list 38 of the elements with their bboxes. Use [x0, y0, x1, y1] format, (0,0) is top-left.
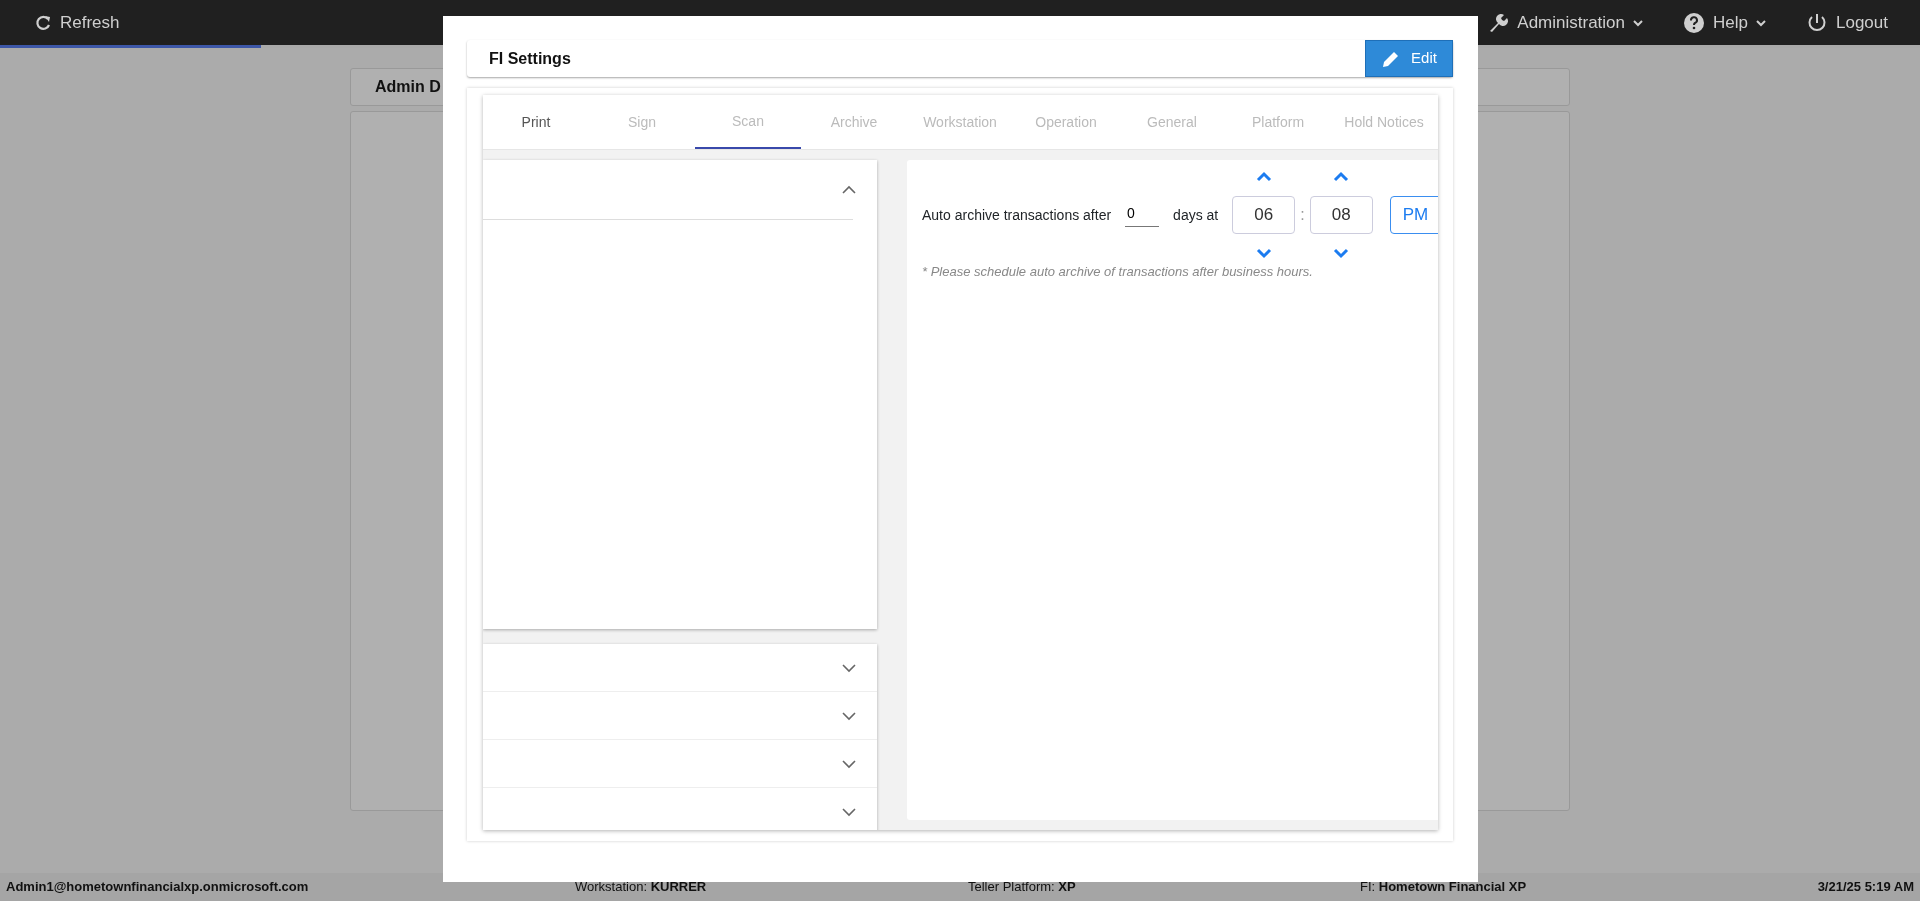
- archive-note: * Please schedule auto archive of transactions after business hours.: [922, 263, 1314, 281]
- archive-label: Auto archive transactions after: [922, 205, 1112, 225]
- caret-icon: [1633, 17, 1644, 28]
- chevron-up-icon: [1255, 170, 1272, 184]
- power-icon: [1806, 11, 1828, 34]
- status-datetime: 3/21/25 5:19 AM: [1817, 878, 1914, 897]
- decrement-button[interactable]: [1333, 246, 1350, 260]
- chevron-down-icon: [1255, 246, 1272, 260]
- card-title: Admin D: [375, 77, 441, 97]
- help-icon: [1683, 11, 1706, 34]
- logout-button[interactable]: Logout: [1806, 9, 1888, 36]
- increment-button[interactable]: [1333, 170, 1350, 184]
- section-header[interactable]: [483, 692, 877, 740]
- hour-field[interactable]: 06: [1232, 196, 1296, 234]
- settings-tab[interactable]: Print: [483, 95, 589, 149]
- status-field: Workstation: KURRER: [575, 877, 968, 897]
- user-email: Admin1@hometownfinancialxp.onmicrosoft.com: [6, 878, 310, 897]
- edit-button[interactable]: Edit: [1365, 40, 1453, 77]
- chevron-down-icon: [1333, 246, 1350, 260]
- dialog-title: FI Settings: [489, 48, 571, 69]
- section-header[interactable]: [483, 160, 853, 220]
- refresh-button[interactable]: Refresh: [34, 9, 120, 36]
- caret-icon: [1756, 17, 1766, 28]
- decrement-button[interactable]: [1255, 246, 1272, 260]
- section-header[interactable]: [483, 788, 877, 830]
- menu-dropdown[interactable]: Help: [1683, 9, 1766, 36]
- refresh-icon: [34, 13, 52, 32]
- increment-button[interactable]: [1255, 170, 1272, 184]
- chevron-up-icon: [1333, 170, 1350, 184]
- meridiem-toggle[interactable]: PM: [1389, 196, 1438, 234]
- archive-label: days at: [1173, 205, 1219, 225]
- section-header[interactable]: [483, 644, 877, 692]
- status-field: FI: Hometown Financial XP: [1360, 877, 1760, 897]
- section-header[interactable]: [483, 740, 877, 788]
- menu-dropdown[interactable]: Administration: [1487, 9, 1644, 36]
- time-separator: :: [1300, 205, 1305, 225]
- minute-field[interactable]: 08: [1309, 196, 1373, 234]
- status-field: Teller Platform: XP: [968, 877, 1360, 897]
